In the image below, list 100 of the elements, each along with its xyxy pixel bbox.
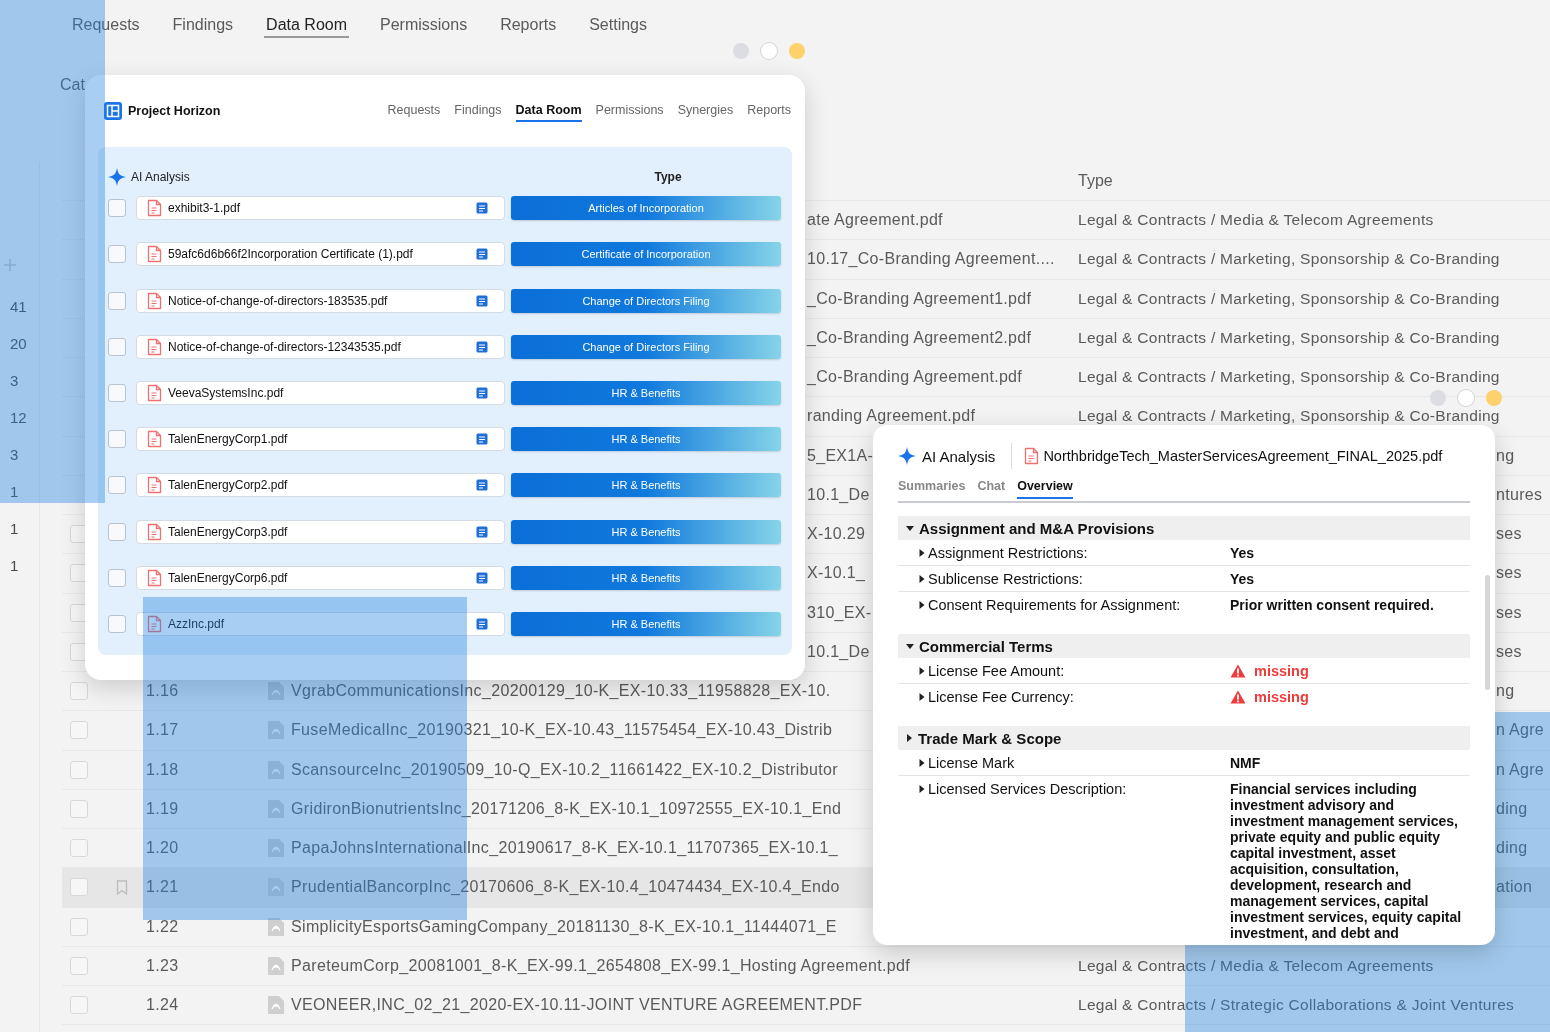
caret-down-icon[interactable]: [906, 524, 914, 532]
nav-tab[interactable]: Permissions: [595, 100, 664, 122]
tab[interactable]: Chat: [977, 479, 1006, 499]
tab[interactable]: Findings: [170, 16, 236, 38]
checkbox[interactable]: [70, 799, 88, 818]
nav-tab[interactable]: Synergies: [677, 100, 734, 122]
caret-right-icon[interactable]: [919, 785, 925, 793]
checkbox[interactable]: [70, 760, 88, 779]
file-name: Notice-of-change-of-directors-12343535.pdf: [168, 339, 402, 354]
file-name: 310_EX-: [807, 603, 872, 621]
window-dot[interactable]: [1458, 390, 1474, 406]
section-header[interactable]: Trade Mark & Scope: [898, 726, 1470, 750]
checkbox[interactable]: [70, 917, 88, 936]
field-value: Prior written consent required.: [1230, 597, 1434, 613]
caret-right-icon[interactable]: [906, 734, 913, 742]
tab[interactable]: Requests: [70, 16, 142, 38]
type-tag: Certificate of Incorporation: [511, 242, 781, 267]
checkbox[interactable]: [108, 614, 126, 633]
file-name: _Co-Branding Agreement.pdf: [807, 368, 1023, 386]
warning-icon: [1230, 690, 1246, 704]
document-icon[interactable]: [476, 294, 488, 307]
file-type: Legal & Contracts / Marketing, Sponsorship & Co-Branding: [1078, 328, 1500, 346]
document-icon[interactable]: [476, 433, 488, 446]
file-type: Legal & Contracts / Media & Telecom Agreements: [1078, 956, 1434, 974]
count-label: 12: [9, 408, 27, 428]
caret-down-icon[interactable]: [906, 642, 914, 650]
pdf-file-icon: [147, 522, 162, 541]
document-icon[interactable]: [476, 479, 488, 492]
row-number: 1.19: [146, 799, 179, 818]
window-dot[interactable]: [761, 43, 777, 59]
document-icon[interactable]: [476, 571, 488, 584]
file-name: ate Agreement.pdf: [807, 211, 943, 229]
caret-right-icon[interactable]: [919, 759, 925, 767]
checkbox[interactable]: [108, 199, 126, 218]
nav-tab[interactable]: Requests: [387, 100, 441, 122]
nav-tab[interactable]: Reports: [747, 100, 791, 122]
pdf-file-icon: [147, 430, 162, 449]
checkbox[interactable]: [108, 522, 126, 541]
panel-title: AI Analysis: [131, 170, 190, 184]
plus-icon[interactable]: [3, 258, 17, 272]
nav-tab[interactable]: Findings: [454, 100, 502, 122]
sparkle-icon: [108, 168, 126, 186]
caret-right-icon[interactable]: [919, 667, 925, 675]
file-name: VgrabCommunicationsInc_20200129_10-K_EX-10.33_11958828_EX-10.: [291, 682, 831, 701]
checkbox[interactable]: [70, 839, 88, 858]
caret-right-icon[interactable]: [919, 601, 925, 609]
row-number: 1.22: [146, 917, 179, 936]
row-number: 1.23: [146, 956, 179, 975]
nav-tab[interactable]: Data Room: [515, 100, 582, 122]
file-type: ding: [1496, 799, 1528, 817]
tab[interactable]: Summaries: [898, 479, 966, 499]
type-tag: Change of Directors Filing: [511, 288, 781, 313]
checkbox[interactable]: [108, 291, 126, 310]
caret-right-icon[interactable]: [919, 575, 925, 583]
tab[interactable]: Settings: [587, 16, 649, 38]
file-type: ng: [1496, 446, 1515, 464]
document-icon[interactable]: [476, 525, 488, 538]
section-header[interactable]: Commercial Terms: [898, 634, 1470, 658]
checkbox[interactable]: [108, 568, 126, 587]
file-name: PrudentialBancorpInc_20170606_8-K_EX-10.4_10474434_EX-10.4_Endo: [291, 878, 840, 897]
scrollbar[interactable]: [1485, 575, 1490, 690]
count-label: 3: [9, 445, 20, 465]
caret-right-icon[interactable]: [919, 549, 925, 557]
row-number: 1.20: [146, 839, 179, 858]
checkbox[interactable]: [70, 682, 88, 701]
checkbox[interactable]: [108, 476, 126, 495]
tab[interactable]: Overview: [1017, 479, 1073, 499]
checkbox[interactable]: [108, 430, 126, 449]
file-name: randing Agreement.pdf: [807, 407, 976, 425]
checkbox[interactable]: [70, 721, 88, 740]
bookmark-icon[interactable]: [116, 879, 128, 895]
tab[interactable]: Permissions: [378, 16, 470, 38]
document-icon[interactable]: [476, 386, 488, 399]
checkbox[interactable]: [108, 383, 126, 402]
checkbox[interactable]: [70, 996, 88, 1015]
pdf-file-icon: [267, 995, 285, 1016]
column-header: Type: [1078, 172, 1114, 190]
file-type: n Agre: [1496, 721, 1545, 739]
checkbox[interactable]: [108, 337, 126, 356]
type-tag: HR & Benefits: [511, 565, 781, 590]
caret-right-icon[interactable]: [919, 693, 925, 701]
document-icon[interactable]: [476, 248, 488, 261]
file-type: Legal & Contracts / Marketing, Sponsorship & Co-Branding: [1078, 250, 1500, 268]
file-name: TalenEnergyCorp1.pdf: [168, 432, 289, 447]
pdf-file-icon: [147, 568, 162, 587]
tab[interactable]: Data Room: [264, 16, 349, 38]
checkbox[interactable]: [70, 878, 88, 897]
type-tag: HR & Benefits: [511, 611, 781, 636]
section-header[interactable]: Assignment and M&A Provisions: [898, 516, 1470, 540]
document-icon[interactable]: [476, 202, 488, 215]
section-title: Commercial Terms: [919, 637, 1053, 655]
field-label: License Mark: [928, 755, 1015, 771]
tab[interactable]: Reports: [498, 16, 559, 38]
document-icon[interactable]: [476, 340, 488, 353]
field-label: Assignment Restrictions:: [928, 545, 1088, 561]
file-name: FuseMedicalInc_20190321_10-K_EX-10.43_11575454_EX-10.43_Distrib: [291, 721, 833, 740]
checkbox[interactable]: [70, 956, 88, 975]
file-type: Legal & Contracts / Marketing, Sponsorship & Co-Branding: [1078, 289, 1500, 307]
document-icon[interactable]: [476, 617, 488, 630]
checkbox[interactable]: [108, 245, 126, 264]
